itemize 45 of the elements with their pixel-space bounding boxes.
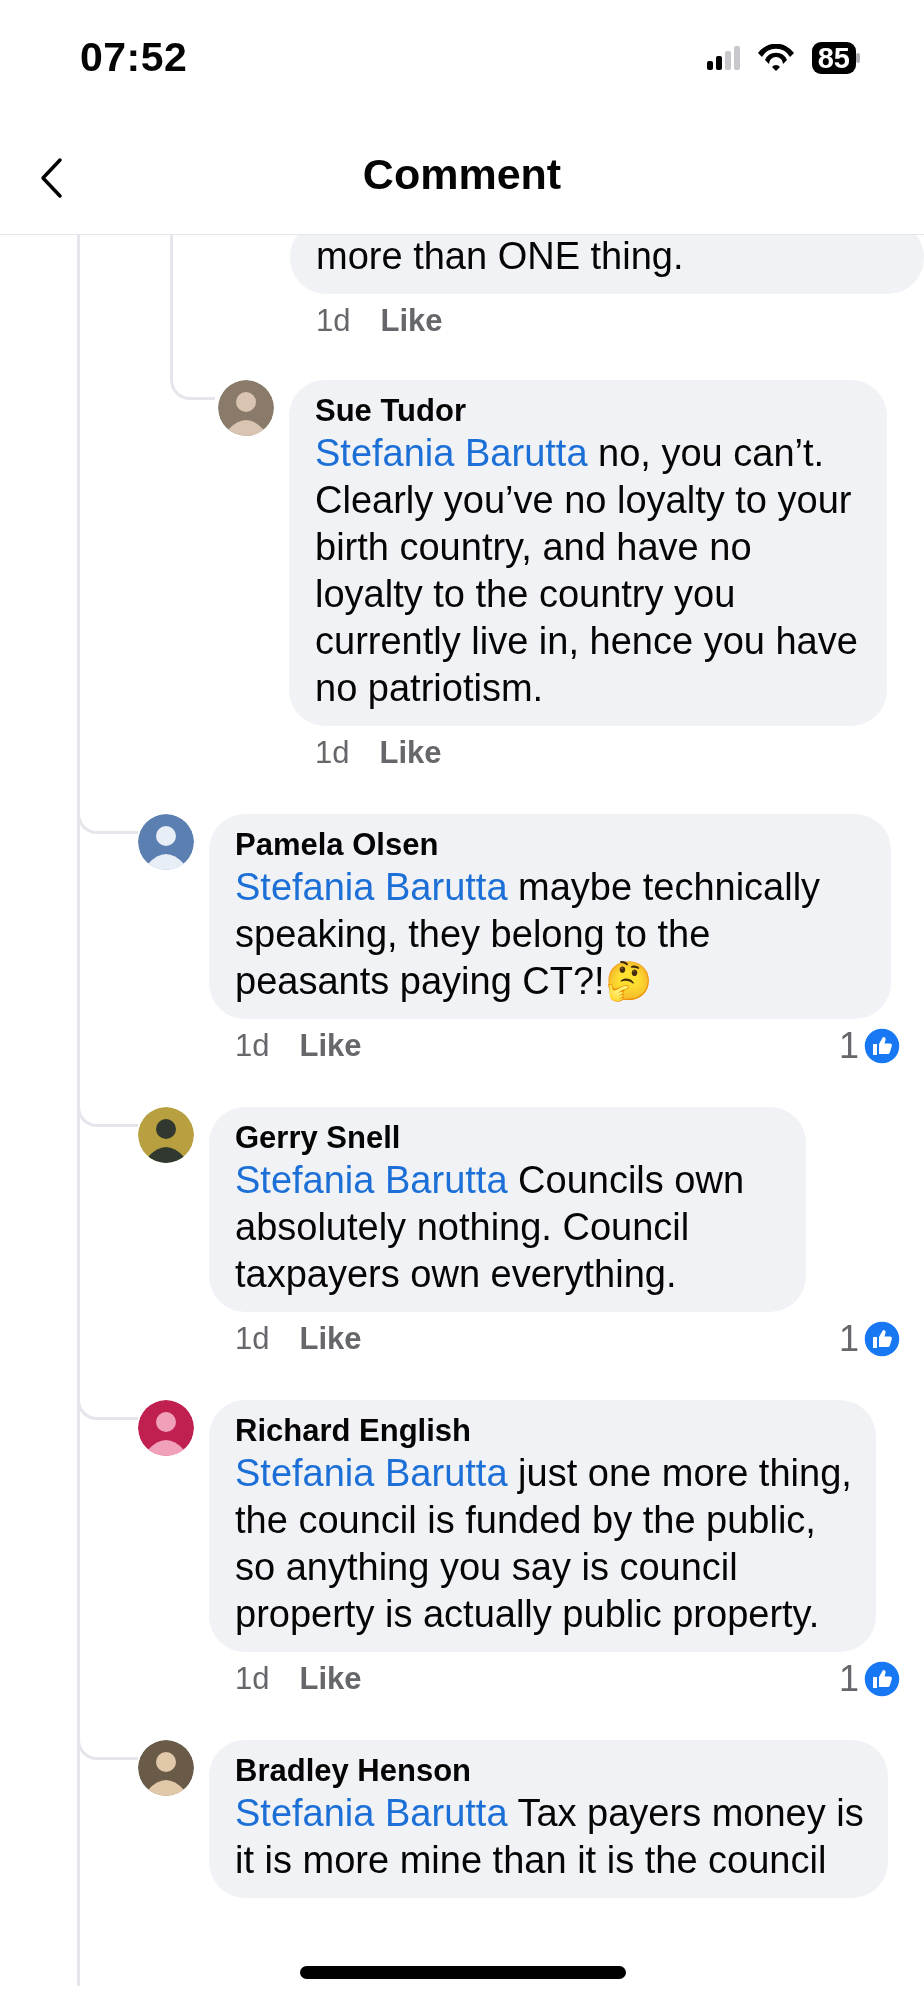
- comment-text: Stefania Barutta just one more thing, the council is funded by the public, so anything you say is council property is actually public property.: [235, 1451, 853, 1637]
- like-icon: [863, 1320, 901, 1358]
- battery-tip-icon: [856, 52, 860, 63]
- signal-icon: [706, 45, 740, 70]
- page-title: Comment: [362, 149, 562, 201]
- like-button[interactable]: Like: [380, 297, 443, 345]
- like-icon: [863, 1660, 901, 1698]
- comment-text: Stefania Barutta Councils own absolutely nothing. Council taxpayers own everything.: [235, 1158, 746, 1297]
- comment-time: 1d: [316, 301, 351, 340]
- battery-level: 85: [811, 41, 856, 74]
- wifi-icon: [755, 43, 796, 72]
- author-name[interactable]: Sue Tudor: [315, 392, 869, 430]
- comment-time: 1d: [315, 733, 350, 772]
- avatar: [138, 1400, 194, 1456]
- like-icon: [863, 1027, 901, 1065]
- avatar: [138, 1740, 194, 1796]
- comment-text: Stefania Barutta maybe technically speaking, they belong to the peasants paying CT?!🤔: [235, 865, 822, 1004]
- mention-link[interactable]: Stefania Barutta: [235, 1792, 508, 1834]
- reaction-count: 1: [838, 1024, 859, 1068]
- author-name[interactable]: Pamela Olsen: [235, 826, 873, 864]
- status-time: 07:52: [80, 32, 188, 82]
- mention-link[interactable]: Stefania Barutta: [235, 1452, 508, 1494]
- back-icon: [38, 157, 64, 199]
- comment-text: Stefania Barutta Tax payers money is it is more mine than it is the council: [235, 1791, 865, 1883]
- reaction-count: 1: [838, 1657, 859, 1701]
- author-name[interactable]: Bradley Henson: [235, 1752, 870, 1790]
- reaction-count: 1: [838, 1317, 859, 1361]
- comment-text: more than ONE thing.: [316, 235, 685, 279]
- mention-link[interactable]: Stefania Barutta: [315, 432, 588, 474]
- mention-link[interactable]: Stefania Barutta: [235, 866, 508, 908]
- comment-text: Stefania Barutta no, you can’t. Clearly you’ve no loyalty to your birth country, and have no loyalty to the country you currently live in, hence you have no patriotism.: [315, 431, 859, 711]
- like-button[interactable]: Like: [299, 1655, 362, 1703]
- mention-link[interactable]: Stefania Barutta: [235, 1159, 508, 1201]
- author-name[interactable]: Gerry Snell: [235, 1119, 788, 1157]
- back-button[interactable]: [38, 157, 64, 199]
- comment-time: 1d: [235, 1319, 270, 1358]
- avatar: [138, 1107, 194, 1163]
- avatar: [138, 814, 194, 870]
- comment-time: 1d: [235, 1659, 270, 1698]
- like-button[interactable]: Like: [379, 729, 442, 777]
- like-button[interactable]: Like: [299, 1315, 362, 1363]
- author-name[interactable]: Richard English: [235, 1412, 858, 1450]
- like-button[interactable]: Like: [299, 1022, 362, 1070]
- avatar: [218, 380, 274, 436]
- comment-time: 1d: [235, 1026, 270, 1065]
